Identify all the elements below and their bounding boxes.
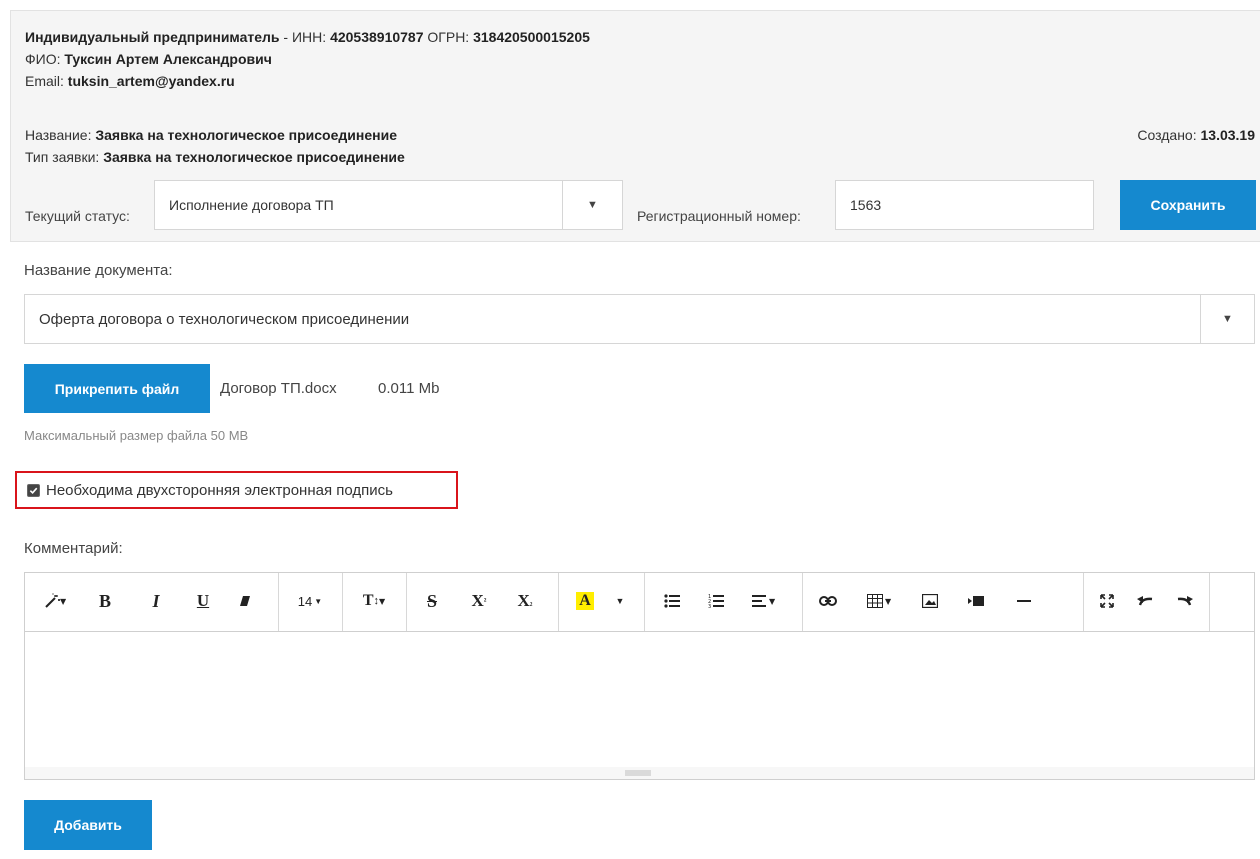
bullet-list-icon[interactable]	[658, 587, 686, 615]
line-height-icon[interactable]: T ↕ ▼	[354, 587, 394, 615]
email-label: Email:	[25, 73, 68, 89]
save-button[interactable]: Сохранить	[1120, 180, 1256, 230]
attached-file-name: Договор ТП.docx	[220, 380, 337, 397]
toolbar-group-misc	[1083, 573, 1210, 631]
grip-icon	[625, 770, 651, 776]
email-line: Email: tuksin_artem@yandex.ru	[25, 71, 235, 91]
toolbar-group-fontsize: 14 ▼	[278, 573, 343, 631]
regnum-label: Регистрационный номер:	[637, 208, 801, 224]
request-type-value: Заявка на технологическое присоединение	[103, 149, 405, 165]
toolbar-group-lists: 123 ▼	[644, 573, 803, 631]
request-name-value: Заявка на технологическое присоединение	[95, 127, 397, 143]
editor-resize-handle[interactable]	[25, 767, 1254, 779]
numbered-list-icon[interactable]: 123	[702, 587, 730, 615]
chevron-down-icon: ▼	[587, 199, 598, 211]
svg-text:3: 3	[708, 604, 711, 608]
inn-value: 420538910787	[330, 29, 424, 45]
editor-toolbar: ▼ B I U 14 ▼ T ↕ ▼ S X² X₂ A ▼ 1 2 3 ▼ ▼	[25, 573, 1254, 632]
attach-file-button[interactable]: Прикрепить файл	[24, 364, 210, 413]
table-icon[interactable]: ▼	[860, 587, 900, 615]
align-dropdown-icon[interactable]: ▼	[744, 587, 784, 615]
inn-label: - ИНН:	[279, 29, 331, 45]
fio-label: ФИО:	[25, 51, 65, 67]
ogrn-value: 318420500015205	[473, 29, 590, 45]
entity-line: Индивидуальный предприниматель - ИНН: 42…	[25, 27, 590, 47]
strikethrough-icon[interactable]: S	[418, 587, 446, 615]
toolbar-group-style: ▼ B I U	[25, 573, 279, 631]
created-value: 13.03.19	[1200, 127, 1256, 143]
svg-text:▼: ▼	[885, 597, 892, 606]
document-name-select[interactable]: Оферта договора о технологическом присое…	[24, 294, 1255, 344]
svg-text:▼: ▼	[769, 597, 776, 606]
status-select[interactable]: Исполнение договора ТП ▼	[154, 180, 623, 230]
italic-icon[interactable]: I	[142, 587, 170, 615]
signature-highlight-box: Необходима двухсторонняя электронная под…	[15, 471, 458, 509]
superscript-icon[interactable]: X²	[464, 587, 494, 615]
request-panel: Название: Заявка на технологическое прис…	[10, 109, 1260, 242]
max-size-hint: Максимальный размер файла 50 MB	[24, 428, 249, 443]
add-button[interactable]: Добавить	[24, 800, 152, 850]
created-line: Создано: 13.03.19	[1137, 125, 1255, 145]
comment-label: Комментарий:	[24, 540, 123, 557]
signature-checkbox[interactable]	[27, 483, 40, 497]
undo-icon[interactable]	[1131, 587, 1159, 615]
font-size-value: 14	[297, 593, 313, 609]
chevron-down-icon[interactable]: ▼	[608, 587, 632, 615]
fullscreen-icon[interactable]	[1093, 587, 1121, 615]
signature-checkbox-label: Необходима двухсторонняя электронная под…	[46, 481, 393, 499]
fio-value: Туксин Артем Александрович	[64, 51, 272, 67]
magic-wand-icon[interactable]: ▼	[37, 587, 73, 615]
horizontal-rule-icon[interactable]	[1010, 587, 1038, 615]
toolbar-group-lineheight: T ↕ ▼	[342, 573, 407, 631]
fio-line: ФИО: Туксин Артем Александрович	[25, 49, 272, 69]
toolbar-group-script: S X² X₂	[406, 573, 559, 631]
toolbar-group-insert: ▼	[802, 573, 1084, 631]
font-size-dropdown[interactable]: 14 ▼	[292, 587, 328, 615]
comment-textarea[interactable]	[25, 632, 1254, 767]
check-icon	[29, 487, 38, 494]
entity-info-panel: Индивидуальный предприниматель - ИНН: 42…	[10, 10, 1260, 110]
bold-icon[interactable]: B	[91, 587, 119, 615]
subscript-icon[interactable]: X₂	[510, 587, 540, 615]
status-select-value: Исполнение договора ТП	[169, 197, 334, 213]
eraser-icon[interactable]	[231, 587, 259, 615]
document-name-label: Название документа:	[24, 262, 173, 279]
entity-type: Индивидуальный предприниматель	[25, 29, 280, 45]
regnum-input[interactable]: 1563	[835, 180, 1094, 230]
request-name-label: Название:	[25, 127, 96, 143]
comment-editor[interactable]: ▼ B I U 14 ▼ T ↕ ▼ S X² X₂ A ▼ 1 2 3 ▼ ▼	[24, 572, 1255, 780]
request-name-line: Название: Заявка на технологическое прис…	[25, 125, 397, 145]
request-type-label: Тип заявки:	[25, 149, 104, 165]
ogrn-label: ОГРН:	[423, 29, 474, 45]
created-label: Создано:	[1137, 127, 1201, 143]
text-color-icon[interactable]: A	[572, 587, 598, 615]
signature-checkbox-row[interactable]: Необходима двухсторонняя электронная под…	[27, 473, 393, 507]
request-type-line: Тип заявки: Заявка на технологическое пр…	[25, 147, 405, 167]
document-name-value: Оферта договора о технологическом присое…	[39, 310, 410, 328]
image-icon[interactable]	[916, 587, 944, 615]
svg-text:▼: ▼	[60, 597, 66, 606]
attached-file-size: 0.011 Mb	[378, 380, 440, 397]
toolbar-group-color: A ▼	[558, 573, 645, 631]
link-icon[interactable]	[814, 587, 842, 615]
redo-icon[interactable]	[1171, 587, 1199, 615]
email-value: tuksin_artem@yandex.ru	[67, 73, 235, 89]
chevron-down-icon: ▼	[1222, 313, 1233, 325]
underline-icon[interactable]: U	[189, 587, 217, 615]
video-icon[interactable]	[962, 587, 990, 615]
status-label: Текущий статус:	[25, 208, 130, 224]
